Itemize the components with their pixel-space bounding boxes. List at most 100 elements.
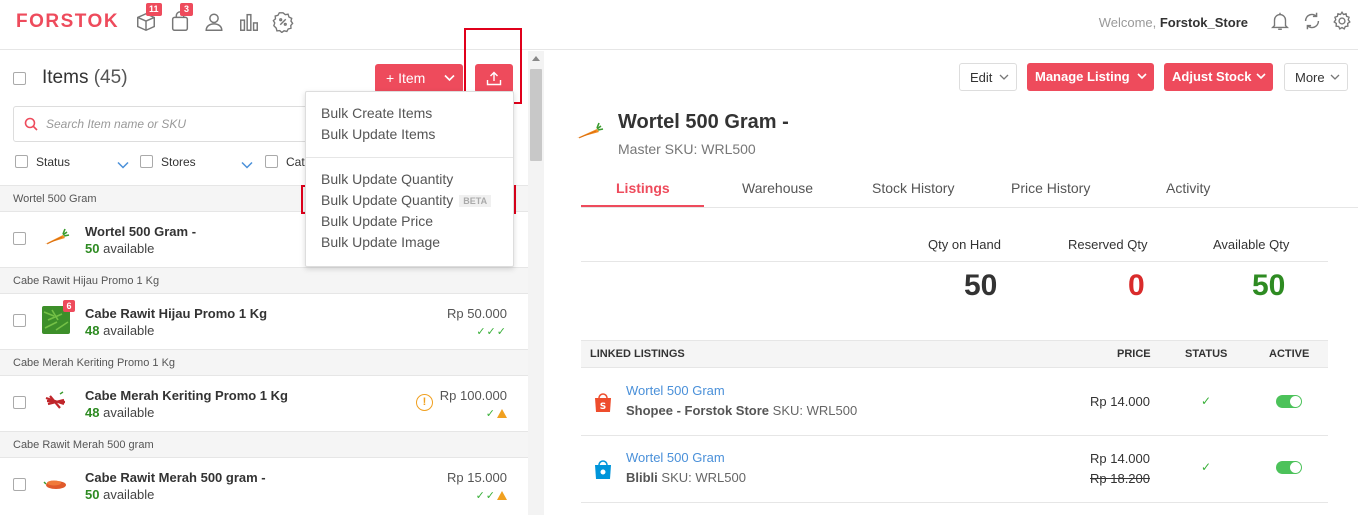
menu-label: Bulk Update Quantity bbox=[321, 192, 454, 208]
item-search-box[interactable] bbox=[13, 106, 313, 142]
available-qty-label: Available Qty bbox=[1213, 237, 1290, 252]
adjust-stock-button[interactable]: Adjust Stock bbox=[1164, 63, 1273, 91]
item-checkbox[interactable] bbox=[13, 396, 26, 409]
settings-button[interactable] bbox=[1331, 10, 1353, 32]
linked-listings-header: LINKED LISTINGS PRICE STATUS ACTIVE bbox=[581, 340, 1328, 368]
item-row-cabe-rawit-hijau[interactable]: 6 Cabe Rawit Hijau Promo 1 Kg 48 availab… bbox=[0, 294, 528, 349]
nav-orders-button[interactable]: 3 bbox=[167, 3, 193, 34]
item-name[interactable]: Wortel 500 Gram - bbox=[85, 224, 196, 239]
item-name[interactable]: Cabe Merah Keriting Promo 1 Kg bbox=[85, 388, 288, 403]
listing-active-toggle[interactable] bbox=[1276, 395, 1302, 408]
nav-promotions-button[interactable] bbox=[270, 8, 296, 34]
qty-on-hand-label: Qty on Hand bbox=[928, 237, 1001, 252]
gear-icon bbox=[1333, 11, 1351, 30]
item-sync-status: ✓✓✓ bbox=[476, 325, 507, 338]
menu-bulk-update-quantity-beta[interactable]: Bulk Update Quantity BETA bbox=[321, 192, 492, 208]
scroll-up-arrow-icon[interactable] bbox=[532, 56, 540, 61]
nav-reports-button[interactable] bbox=[236, 8, 262, 34]
items-scrollbar[interactable] bbox=[528, 51, 544, 515]
items-title: Items bbox=[42, 67, 89, 88]
sync-icon bbox=[1304, 12, 1320, 30]
search-input[interactable] bbox=[46, 115, 306, 133]
add-item-label: + Item bbox=[386, 70, 426, 86]
nav-customers-button[interactable] bbox=[201, 8, 227, 34]
chevron-down-icon[interactable] bbox=[241, 161, 253, 169]
chevron-down-icon bbox=[1137, 73, 1147, 80]
sync-check-icons: ✓✓ bbox=[475, 490, 496, 502]
nav-items-button[interactable]: 11 bbox=[133, 3, 162, 34]
filter-category-checkbox[interactable] bbox=[265, 155, 278, 168]
red-chili-product-image bbox=[45, 391, 66, 409]
item-group-header: Cabe Rawit Hijau Promo 1 Kg bbox=[0, 267, 528, 294]
chevron-down-icon[interactable] bbox=[117, 161, 129, 169]
warning-icon[interactable]: ! bbox=[416, 394, 433, 411]
reserved-qty-value: 0 bbox=[1128, 269, 1145, 302]
reserved-qty-label: Reserved Qty bbox=[1068, 237, 1148, 252]
menu-bulk-update-quantity[interactable]: Bulk Update Quantity bbox=[321, 171, 453, 187]
listing-name-link[interactable]: Wortel 500 Gram bbox=[626, 383, 725, 398]
item-price: Rp 15.000 bbox=[447, 470, 507, 485]
listing-old-price: Rp 18.200 bbox=[1090, 471, 1150, 486]
add-item-button[interactable]: + Item bbox=[375, 64, 463, 93]
available-qty: 48 bbox=[85, 405, 100, 420]
carrot-product-image bbox=[45, 228, 70, 245]
item-checkbox[interactable] bbox=[13, 232, 26, 245]
edit-button[interactable]: Edit bbox=[959, 63, 1017, 91]
available-label: available bbox=[103, 405, 155, 420]
listing-store: Blibli SKU: WRL500 bbox=[626, 470, 746, 485]
forstok-logo[interactable]: FORSTOK bbox=[16, 11, 119, 33]
menu-bulk-update-image[interactable]: Bulk Update Image bbox=[321, 234, 440, 250]
active-column-header: ACTIVE bbox=[1269, 348, 1310, 360]
available-label: available bbox=[103, 241, 155, 256]
bell-icon bbox=[1271, 12, 1289, 30]
filter-status-label: Status bbox=[36, 155, 71, 169]
items-heading: Items (45) bbox=[42, 67, 128, 89]
item-checkbox[interactable] bbox=[13, 478, 26, 491]
scroll-thumb[interactable] bbox=[530, 69, 542, 161]
listing-store: Shopee - Forstok Store SKU: WRL500 bbox=[626, 403, 857, 418]
tab-activity[interactable]: Activity bbox=[1166, 180, 1210, 196]
item-checkbox[interactable] bbox=[13, 314, 26, 327]
filter-stores-checkbox[interactable] bbox=[140, 155, 153, 168]
status-column-header: STATUS bbox=[1185, 348, 1228, 360]
item-price: Rp 100.000 bbox=[439, 388, 507, 403]
menu-bulk-update-items[interactable]: Bulk Update Items bbox=[321, 126, 435, 142]
available-qty-value: 50 bbox=[1252, 269, 1286, 302]
bar-chart-icon bbox=[240, 13, 258, 31]
user-icon bbox=[205, 13, 223, 31]
select-all-checkbox[interactable] bbox=[13, 72, 26, 85]
menu-bulk-create-items[interactable]: Bulk Create Items bbox=[321, 105, 432, 121]
notifications-button[interactable] bbox=[1269, 10, 1291, 32]
filter-status-checkbox[interactable] bbox=[15, 155, 28, 168]
qty-on-hand-value: 50 bbox=[964, 269, 998, 302]
price-column-header: PRICE bbox=[1117, 348, 1151, 360]
filter-status[interactable]: Status bbox=[15, 155, 70, 169]
manage-listing-button[interactable]: Manage Listing bbox=[1027, 63, 1154, 91]
filter-stores[interactable]: Stores bbox=[140, 155, 196, 169]
item-name[interactable]: Cabe Rawit Hijau Promo 1 Kg bbox=[85, 306, 267, 321]
filter-category[interactable]: Cat bbox=[265, 155, 305, 169]
listing-active-toggle[interactable] bbox=[1276, 461, 1302, 474]
top-navigation-bar: FORSTOK 11 3 Welcome, Forstok_Store bbox=[0, 0, 1358, 50]
menu-bulk-update-price[interactable]: Bulk Update Price bbox=[321, 213, 433, 229]
chevron-down-icon bbox=[1330, 74, 1340, 80]
item-availability: 48 available bbox=[85, 323, 154, 338]
edit-label: Edit bbox=[970, 70, 993, 85]
shopee-icon: S bbox=[595, 393, 611, 412]
listing-name-link[interactable]: Wortel 500 Gram bbox=[626, 450, 725, 465]
username: Forstok_Store bbox=[1159, 15, 1248, 30]
tab-listings[interactable]: Listings bbox=[616, 180, 670, 196]
tab-price-history[interactable]: Price History bbox=[1011, 180, 1090, 196]
item-row-cabe-merah-keriting[interactable]: Cabe Merah Keriting Promo 1 Kg 48 availa… bbox=[0, 376, 528, 431]
blibli-icon bbox=[595, 460, 611, 479]
listing-price: Rp 14.000 bbox=[1090, 394, 1150, 409]
nav-items-badge: 11 bbox=[146, 3, 162, 16]
tab-stock-history[interactable]: Stock History bbox=[872, 180, 954, 196]
sync-button[interactable] bbox=[1301, 10, 1323, 32]
detail-tabs: Listings Warehouse Stock History Price H… bbox=[581, 176, 1358, 208]
more-button[interactable]: More bbox=[1284, 63, 1348, 91]
item-variant-badge: 6 bbox=[63, 300, 75, 312]
tab-warehouse[interactable]: Warehouse bbox=[742, 180, 813, 196]
item-name[interactable]: Cabe Rawit Merah 500 gram - bbox=[85, 470, 266, 485]
item-row-cabe-rawit-merah[interactable]: Cabe Rawit Merah 500 gram - 50 available… bbox=[0, 458, 528, 513]
